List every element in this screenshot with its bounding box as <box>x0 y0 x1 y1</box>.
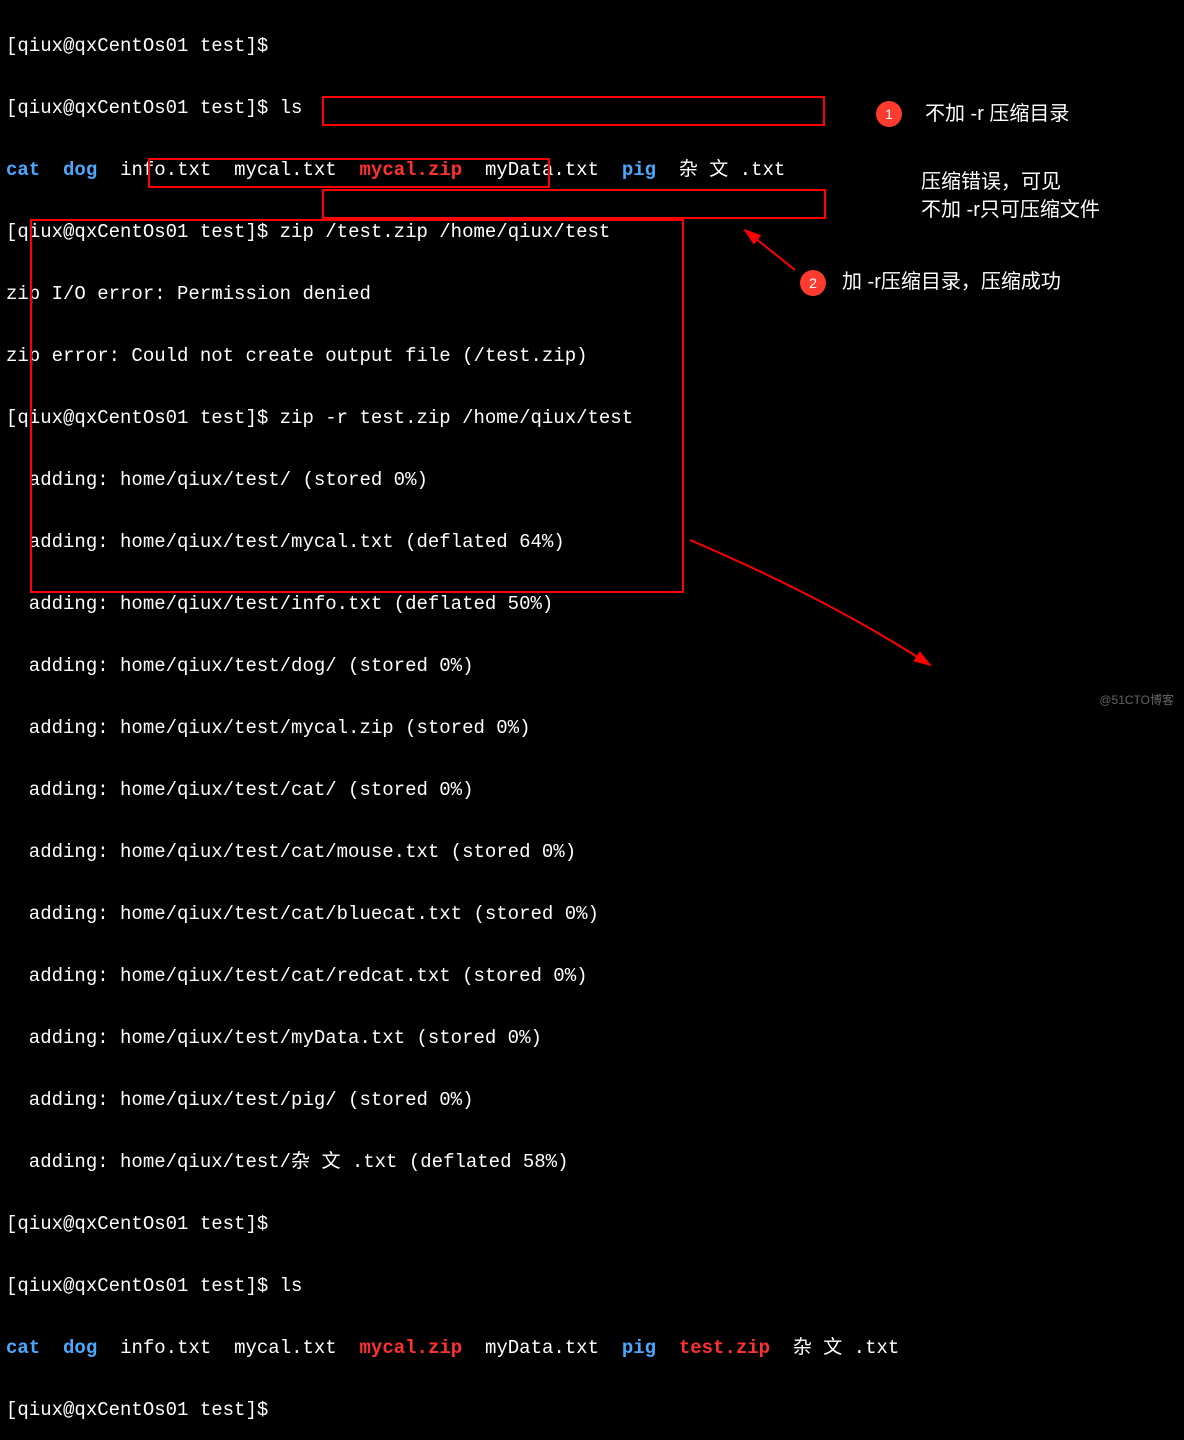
ls-output-1: cat dog info.txt mycal.txt mycal.zip myD… <box>6 155 899 186</box>
file-mycal-zip: mycal.zip <box>360 159 463 181</box>
file-mycal-txt: mycal.txt <box>234 159 337 181</box>
file-mydata: myData.txt <box>485 159 599 181</box>
zip-adding-line: adding: home/qiux/test/cat/bluecat.txt (… <box>6 899 899 930</box>
zip-adding-line: adding: home/qiux/test/myData.txt (store… <box>6 1023 899 1054</box>
zip-command-2: [qiux@qxCentOs01 test]$ zip -r test.zip … <box>6 403 899 434</box>
annotation-note-3: 加 -r压缩目录，压缩成功 <box>842 268 1061 296</box>
prompt-line-ls: [qiux@qxCentOs01 test]$ ls <box>6 93 899 124</box>
file-zawen: 杂 文 .txt <box>679 159 785 181</box>
annotation-note-1: 不加 -r 压缩目录 <box>925 100 1069 128</box>
file-test-zip: test.zip <box>679 1337 770 1359</box>
zip-error-output: zip error: Could not create output file … <box>6 341 899 372</box>
zip-adding-line: adding: home/qiux/test/info.txt (deflate… <box>6 589 899 620</box>
prompt-line: [qiux@qxCentOs01 test]$ <box>6 31 899 62</box>
dir-pig: pig <box>622 1337 656 1359</box>
terminal-output: [qiux@qxCentOs01 test]$ [qiux@qxCentOs01… <box>0 0 899 1440</box>
prompt-line: [qiux@qxCentOs01 test]$ <box>6 1209 899 1240</box>
zip-error-io: zip I/O error: Permission denied <box>6 279 899 310</box>
dir-dog: dog <box>63 1337 97 1359</box>
dir-dog: dog <box>63 159 97 181</box>
zip-adding-line: adding: home/qiux/test/dog/ (stored 0%) <box>6 651 899 682</box>
prompt-line-ls: [qiux@qxCentOs01 test]$ ls <box>6 1271 899 1302</box>
file-info: info.txt <box>120 1337 211 1359</box>
zip-adding-line: adding: home/qiux/test/cat/redcat.txt (s… <box>6 961 899 992</box>
file-info: info.txt <box>120 159 211 181</box>
zip-adding-line: adding: home/qiux/test/ (stored 0%) <box>6 465 899 496</box>
zip-adding-line: adding: home/qiux/test/杂 文 .txt (deflate… <box>6 1147 899 1178</box>
annotation-badge-1: 1 <box>876 101 902 127</box>
dir-cat: cat <box>6 1337 40 1359</box>
file-mycal-zip: mycal.zip <box>360 1337 463 1359</box>
file-zawen: 杂 文 .txt <box>793 1337 899 1359</box>
annotation-badge-2: 2 <box>800 270 826 296</box>
zip-adding-line: adding: home/qiux/test/mycal.txt (deflat… <box>6 527 899 558</box>
zip-command-1: [qiux@qxCentOs01 test]$ zip /test.zip /h… <box>6 217 899 248</box>
prompt-line: [qiux@qxCentOs01 test]$ <box>6 1395 899 1426</box>
zip-adding-line: adding: home/qiux/test/mycal.zip (stored… <box>6 713 899 744</box>
file-mycal-txt: mycal.txt <box>234 1337 337 1359</box>
watermark: @51CTO博客 <box>1099 685 1174 716</box>
zip-adding-line: adding: home/qiux/test/cat/mouse.txt (st… <box>6 837 899 868</box>
zip-adding-line: adding: home/qiux/test/cat/ (stored 0%) <box>6 775 899 806</box>
ls-output-2: cat dog info.txt mycal.txt mycal.zip myD… <box>6 1333 899 1364</box>
dir-cat: cat <box>6 159 40 181</box>
dir-pig: pig <box>622 159 656 181</box>
zip-adding-line: adding: home/qiux/test/pig/ (stored 0%) <box>6 1085 899 1116</box>
file-mydata: myData.txt <box>485 1337 599 1359</box>
annotation-note-2: 压缩错误，可见 不加 -r只可压缩文件 <box>921 168 1100 224</box>
